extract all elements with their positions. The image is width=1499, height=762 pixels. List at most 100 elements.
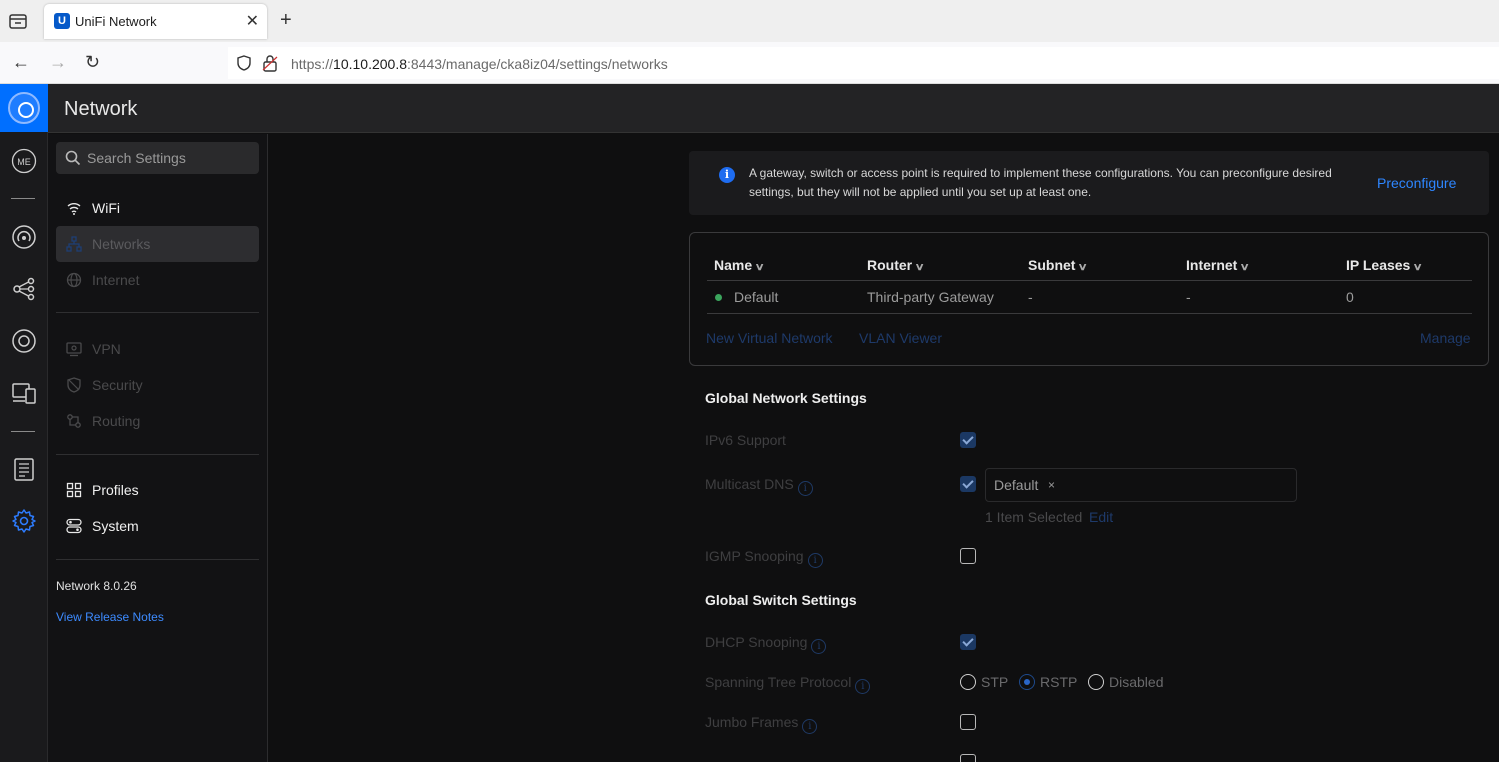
unifi-logo[interactable] (0, 84, 48, 132)
url-text[interactable]: https://10.10.200.8:8443/manage/cka8iz04… (291, 56, 668, 72)
preconfigure-link[interactable]: Preconfigure (1377, 175, 1456, 191)
cell-router: Third-party Gateway (867, 289, 994, 305)
sidebar-item-security[interactable]: Security (56, 367, 259, 403)
cell-name[interactable]: Default (734, 289, 778, 305)
table-header-divider (707, 280, 1472, 281)
sidebar-item-networks[interactable]: Networks (56, 226, 259, 262)
topology-icon[interactable] (11, 276, 37, 302)
info-icon: i (855, 679, 871, 694)
info-icon: i (802, 719, 818, 734)
ipv6-support-checkbox[interactable] (960, 432, 976, 448)
multicast-dns-checkbox[interactable] (960, 476, 976, 492)
svg-text:ME: ME (17, 157, 31, 167)
browser-navbar: ← → ↻ https://10.10.200.8:8443/manage/ck… (0, 42, 1499, 84)
global-switch-settings-title: Global Switch Settings (705, 592, 857, 608)
disabled-radio-label: Disabled (1109, 674, 1164, 690)
close-tab-icon[interactable]: ✕ (246, 11, 259, 31)
cell-subnet: - (1028, 289, 1033, 305)
sidebar-item-internet[interactable]: Internet (56, 262, 259, 298)
cell-internet: - (1186, 289, 1191, 305)
flow-control-checkbox[interactable] (960, 754, 976, 762)
vlan-viewer-link[interactable]: VLAN Viewer (859, 330, 942, 346)
settings-gear-icon[interactable] (11, 508, 37, 534)
sidebar-item-label: System (92, 518, 139, 534)
remove-chip-icon[interactable]: × (1048, 478, 1055, 492)
edit-selection-link[interactable]: Edit (1089, 509, 1113, 525)
chevron-down-icon: ∨ (1412, 262, 1424, 273)
logs-icon[interactable] (11, 456, 37, 482)
tab-title: UniFi Network (75, 14, 157, 29)
stp-radio[interactable] (960, 674, 976, 690)
settings-sidebar: WiFi Networks Internet VPN Security Rout… (48, 134, 268, 762)
search-input[interactable] (87, 142, 252, 174)
sidebar-divider (56, 559, 259, 560)
chevron-down-icon: ∨ (914, 262, 925, 273)
stp-radio-label: STP (981, 674, 1009, 690)
column-header-router[interactable]: Router ∨ (867, 257, 925, 273)
wifi-icon (67, 203, 81, 215)
tab-list-icon[interactable] (8, 12, 28, 30)
url-bar[interactable]: https://10.10.200.8:8443/manage/cka8iz04… (228, 47, 1499, 79)
system-toggle-icon (66, 518, 82, 534)
sidebar-item-system[interactable]: System (56, 508, 259, 544)
column-header-subnet[interactable]: Subnet ∨ (1028, 257, 1089, 273)
forward-icon[interactable]: → (49, 52, 67, 73)
column-header-name[interactable]: Name ∨ (714, 257, 765, 273)
networks-table: Name ∨ Router ∨ Subnet ∨ Internet ∨ IP Lease… (689, 232, 1489, 366)
dhcp-snooping-label: DHCP Snooping i (705, 634, 827, 654)
igmp-snooping-label: IGMP Snooping i (705, 548, 823, 568)
manage-link[interactable]: Manage (1420, 330, 1471, 346)
settings-search[interactable] (56, 142, 259, 174)
dashboard-icon[interactable] (11, 224, 37, 250)
dhcp-snooping-checkbox[interactable] (960, 634, 976, 650)
sidebar-item-label: Security (92, 377, 143, 393)
info-icon: i (811, 639, 827, 654)
ipv6-support-label: IPv6 Support (705, 432, 786, 448)
notice-text: A gateway, switch or access point is req… (749, 166, 1332, 199)
info-icon: i (807, 553, 823, 568)
vpn-icon (66, 342, 82, 357)
disabled-radio[interactable] (1088, 674, 1104, 690)
selected-network-chip: Default (994, 477, 1039, 493)
profiles-icon (66, 482, 82, 498)
new-virtual-network-link[interactable]: New Virtual Network (706, 330, 833, 346)
sidebar-item-profiles[interactable]: Profiles (56, 472, 259, 508)
rail-divider (11, 431, 35, 432)
multicast-dns-label: Multicast DNS i (705, 476, 813, 496)
lock-icon[interactable] (262, 54, 278, 72)
reload-icon[interactable]: ↻ (85, 52, 100, 73)
sidebar-divider (56, 312, 259, 313)
global-network-settings-title: Global Network Settings (705, 390, 867, 406)
release-notes-link[interactable]: View Release Notes (56, 610, 164, 624)
new-tab-icon[interactable]: + (280, 9, 292, 32)
column-header-internet[interactable]: Internet ∨ (1186, 257, 1250, 273)
browser-tabbar: U UniFi Network ✕ + (0, 0, 1499, 42)
app-rail: ME (0, 84, 48, 762)
jumbo-frames-checkbox[interactable] (960, 714, 976, 730)
back-icon[interactable]: ← (12, 52, 30, 73)
app-header: Network (48, 84, 1499, 133)
browser-tab[interactable]: U UniFi Network ✕ (44, 4, 267, 39)
chevron-down-icon: ∨ (1077, 262, 1089, 273)
rail-divider (11, 198, 35, 199)
multicast-dns-network-select[interactable]: Default × (985, 468, 1297, 502)
routing-icon (67, 414, 81, 428)
sidebar-item-label: Routing (92, 413, 141, 429)
sidebar-item-wifi[interactable]: WiFi (56, 190, 259, 226)
shield-icon (67, 377, 81, 393)
sidebar-item-label: Networks (92, 236, 151, 252)
rstp-radio[interactable] (1019, 674, 1035, 690)
jumbo-frames-label: Jumbo Frames i (705, 714, 818, 734)
sidebar-item-vpn[interactable]: VPN (56, 331, 259, 367)
rstp-radio-label: RSTP (1040, 674, 1078, 690)
column-header-ip-leases[interactable]: IP Leases ∨ (1346, 257, 1424, 273)
sidebar-item-routing[interactable]: Routing (56, 403, 259, 439)
info-icon: i (719, 167, 735, 183)
globe-icon (66, 272, 82, 288)
shield-icon[interactable] (236, 55, 252, 71)
status-dot (715, 294, 722, 301)
igmp-snooping-checkbox[interactable] (960, 548, 976, 564)
clients-icon[interactable] (11, 380, 37, 406)
me-avatar-icon[interactable]: ME (11, 148, 37, 174)
devices-icon[interactable] (11, 328, 37, 354)
